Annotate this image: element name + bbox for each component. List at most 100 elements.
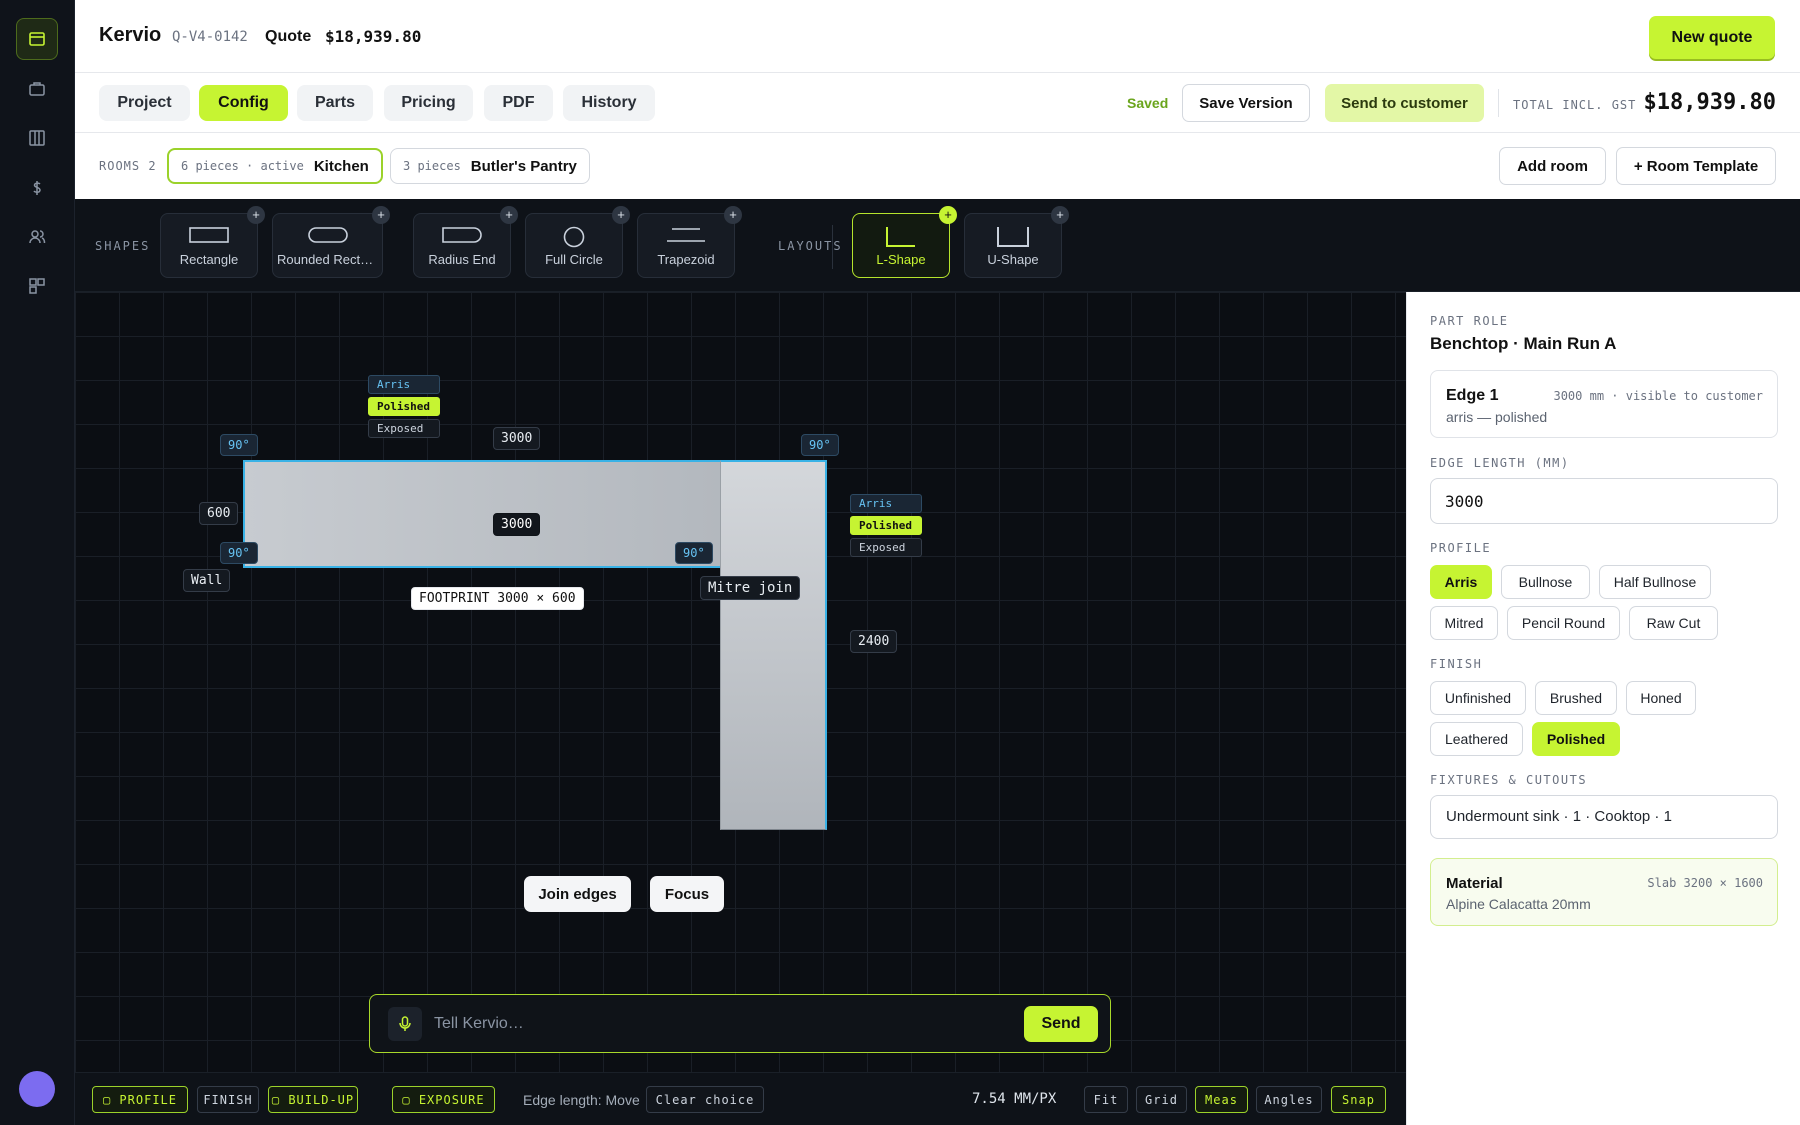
add-icon[interactable]: + [500,206,518,224]
total-label: TOTAL INCL. GST [1513,98,1637,112]
mode-exposure[interactable]: ▢ EXPOSURE [392,1086,495,1113]
edge-summary: arris — polished [1446,409,1548,425]
fixtures-summary[interactable]: Undermount sink · 1 · Cooktop · 1 [1430,795,1778,839]
tabs-bar: Project Config Parts Pricing PDF History… [75,73,1800,133]
tab-parts[interactable]: Parts [297,85,373,121]
footprint-label: FOOTPRINT 3000 × 600 [411,587,584,610]
profile-option-pencil-round[interactable]: Pencil Round [1507,606,1620,640]
finish-option-brushed[interactable]: Brushed [1535,681,1617,715]
tab-pdf[interactable]: PDF [484,85,553,121]
layout-u-shape[interactable]: U-Shape + [964,206,1069,278]
shape-label: Full Circle [545,252,603,267]
top-header: Kervio Q-V4-0142 Quote $18,939.80 New qu… [75,0,1800,73]
snap-toggle[interactable]: Snap [1331,1086,1386,1113]
edge-tag-exposure[interactable]: Exposed [368,419,440,438]
shape-full-circle[interactable]: Full Circle + [525,206,630,278]
finish-option-honed[interactable]: Honed [1626,681,1696,715]
return-length-label[interactable]: 2400 [850,630,898,653]
add-icon[interactable]: + [939,206,957,224]
edge-length-input[interactable] [1430,478,1778,524]
shape-label: Trapezoid [657,252,715,267]
send-to-customer-button[interactable]: Send to customer [1325,84,1484,122]
room-meta: 3 pieces [403,159,461,173]
edge-tag-profile[interactable]: Arris [850,494,922,513]
tab-project[interactable]: Project [99,85,190,121]
top-length-label[interactable]: 3000 [493,427,541,450]
profile-option-bullnose[interactable]: Bullnose [1501,565,1590,599]
benchtop-return-run[interactable] [720,460,827,830]
mode-build-up[interactable]: ▢ BUILD-UP [268,1086,358,1113]
finish-option-unfinished[interactable]: Unfinished [1430,681,1526,715]
room-chip-kitchen[interactable]: 6 pieces · active Kitchen [167,148,383,184]
part-role-label: PART ROLE [1430,314,1509,328]
corner-angle[interactable]: 90° [675,542,713,564]
focus-button[interactable]: Focus [650,876,724,912]
room-chip-butlers-pantry[interactable]: 3 pieces Butler's Pantry [390,148,590,184]
fixtures-label: FIXTURES & CUTOUTS [1430,773,1588,787]
layout-l-shape[interactable]: L-Shape + [852,206,957,278]
add-icon[interactable]: + [247,206,265,224]
shapes-toolbar: SHAPES Rectangle + Rounded Recta… + Radi… [75,199,1800,292]
join-edges-button[interactable]: Join edges [524,876,631,912]
room-meta: 6 pieces · active [181,159,304,173]
add-icon[interactable]: + [612,206,630,224]
design-canvas[interactable]: Arris Polished Exposed 3000 90° 90° 600 … [75,292,1406,1072]
shape-label: U-Shape [987,252,1039,267]
angles-toggle[interactable]: Angles [1256,1086,1322,1113]
users-icon[interactable] [16,216,58,258]
edge-tag-exposure[interactable]: Exposed [850,538,922,557]
shape-rounded-rectangle[interactable]: Rounded Recta… + [272,206,390,278]
mode-finish[interactable]: FINISH [197,1086,259,1113]
depth-label[interactable]: 600 [199,502,239,525]
quote-nav-icon[interactable] [16,18,58,60]
clear-choice-button[interactable]: Clear choice [646,1086,764,1113]
briefcase-icon[interactable] [16,68,58,110]
room-template-button[interactable]: + Room Template [1616,147,1776,185]
shape-radius-end[interactable]: Radius End + [413,206,518,278]
corner-angle[interactable]: 90° [801,434,839,456]
add-icon[interactable]: + [372,206,390,224]
profile-option-mitred[interactable]: Mitred [1430,606,1498,640]
profile-option-raw-cut[interactable]: Raw Cut [1629,606,1718,640]
benchtop-main-run[interactable] [243,460,721,568]
center-length-label[interactable]: 3000 [493,513,541,536]
microphone-icon[interactable] [388,1007,422,1041]
chat-input[interactable] [434,1009,974,1039]
add-icon[interactable]: + [1051,206,1069,224]
edge-tag-profile[interactable]: Arris [368,375,440,394]
part-role-title: Benchtop · Main Run A [1430,334,1617,353]
tab-history[interactable]: History [563,85,655,121]
profile-option-half-bullnose[interactable]: Half Bullnose [1599,565,1711,599]
trapezoid-icon [667,228,705,242]
send-button[interactable]: Send [1024,1006,1098,1042]
save-version-button[interactable]: Save Version [1182,84,1310,122]
edge-tag-finish[interactable]: Polished [368,397,440,416]
components-icon[interactable] [16,265,58,307]
wall-label[interactable]: Wall [183,569,231,592]
tab-pricing[interactable]: Pricing [384,85,473,121]
finish-option-polished[interactable]: Polished [1532,722,1620,756]
new-quote-button[interactable]: New quote [1649,16,1775,59]
edge-tag-finish[interactable]: Polished [850,516,922,535]
measurements-toggle[interactable]: Meas [1195,1086,1248,1113]
add-room-button[interactable]: Add room [1499,147,1606,185]
mode-profile[interactable]: ▢ PROFILE [92,1086,188,1113]
selected-edge-card[interactable]: Edge 1 3000 mm · visible to customer arr… [1430,370,1778,438]
dollar-icon[interactable] [16,167,58,209]
profile-option-arris[interactable]: Arris [1430,565,1492,599]
shape-trapezoid[interactable]: Trapezoid + [637,206,742,278]
grid-toggle[interactable]: Grid [1136,1086,1187,1113]
circle-icon [563,226,585,248]
tab-config[interactable]: Config [199,85,288,121]
mitre-join-label[interactable]: Mitre join [700,576,801,600]
avatar[interactable] [19,1071,55,1107]
columns-icon[interactable] [16,117,58,159]
shape-rectangle[interactable]: Rectangle + [160,206,265,278]
finish-label: FINISH [1430,657,1483,671]
finish-option-leathered[interactable]: Leathered [1430,722,1523,756]
corner-angle[interactable]: 90° [220,542,258,564]
add-icon[interactable]: + [724,206,742,224]
corner-angle[interactable]: 90° [220,434,258,456]
fit-toggle[interactable]: Fit [1084,1086,1128,1113]
material-card[interactable]: Material Slab 3200 × 1600 Alpine Calacat… [1430,858,1778,926]
